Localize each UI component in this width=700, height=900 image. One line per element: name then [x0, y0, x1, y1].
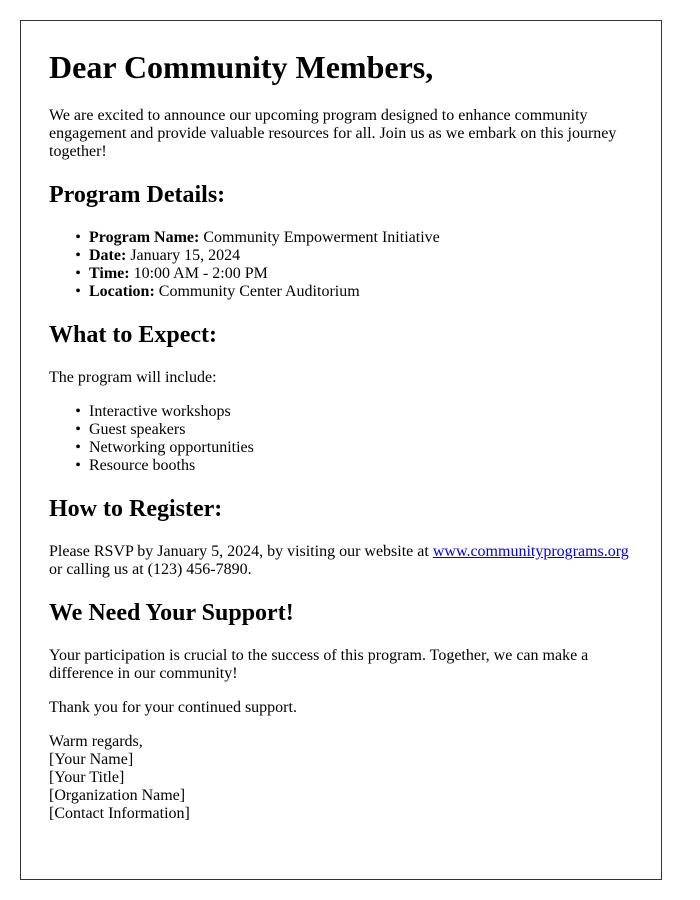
website-link[interactable]: www.communityprograms.org [433, 543, 629, 560]
signature-name: [Your Name] [49, 751, 134, 768]
register-text-after: or calling us at (123) 456-7890. [49, 561, 252, 578]
bullet-icon: • [75, 457, 81, 474]
detail-item-program-name: • Program Name: Community Empowerment In… [75, 229, 633, 247]
bullet-icon: • [75, 247, 81, 264]
register-paragraph: Please RSVP by January 5, 2024, by visit… [49, 543, 633, 579]
expect-item: • Interactive workshops [75, 403, 633, 421]
signature-contact: [Contact Information] [49, 805, 190, 822]
signature-block: Warm regards, [Your Name] [Your Title] [… [49, 733, 633, 823]
intro-paragraph: We are excited to announce our upcoming … [49, 107, 617, 160]
thanks-paragraph: Thank you for your continued support. [49, 699, 297, 716]
detail-item-time: • Time: 10:00 AM - 2:00 PM [75, 265, 633, 283]
bullet-icon: • [75, 265, 81, 282]
what-to-expect-heading: What to Expect: [49, 322, 217, 348]
how-to-register-heading: How to Register: [49, 496, 223, 522]
detail-label: Program Name: [89, 229, 200, 246]
support-paragraph: Your participation is crucial to the suc… [49, 647, 589, 682]
expect-item: • Networking opportunities [75, 439, 633, 457]
detail-value: January 15, 2024 [126, 247, 241, 264]
detail-value: Community Empowerment Initiative [199, 229, 440, 246]
bullet-icon: • [75, 439, 81, 456]
greeting-heading: Dear Community Members, [49, 49, 434, 85]
bullet-icon: • [75, 283, 81, 300]
detail-label: Time: [89, 265, 130, 282]
program-details-list: • Program Name: Community Empowerment In… [49, 229, 633, 301]
bullet-icon: • [75, 421, 81, 438]
expect-item: • Resource booths [75, 457, 633, 475]
expect-item-text: Resource booths [89, 457, 196, 474]
expect-intro: The program will include: [49, 369, 217, 386]
detail-value: 10:00 AM - 2:00 PM [129, 265, 268, 282]
expect-item-text: Guest speakers [89, 421, 186, 438]
expect-item-text: Networking opportunities [89, 439, 254, 456]
expect-item-text: Interactive workshops [89, 403, 231, 420]
expect-item: • Guest speakers [75, 421, 633, 439]
detail-value: Community Center Auditorium [154, 283, 360, 300]
detail-label: Date: [89, 247, 127, 264]
support-heading: We Need Your Support! [49, 600, 294, 626]
signature-title: [Your Title] [49, 769, 125, 786]
program-details-heading: Program Details: [49, 182, 226, 208]
signature-organization: [Organization Name] [49, 787, 186, 804]
expect-list: • Interactive workshops • Guest speakers… [49, 403, 633, 475]
detail-label: Location: [89, 283, 155, 300]
bullet-icon: • [75, 229, 81, 246]
signature-closing: Warm regards, [49, 733, 143, 750]
bullet-icon: • [75, 403, 81, 420]
detail-item-date: • Date: January 15, 2024 [75, 247, 633, 265]
register-text-before: Please RSVP by January 5, 2024, by visit… [49, 543, 433, 560]
detail-item-location: • Location: Community Center Auditorium [75, 283, 633, 301]
letter-container: Dear Community Members, We are excited t… [20, 20, 662, 880]
